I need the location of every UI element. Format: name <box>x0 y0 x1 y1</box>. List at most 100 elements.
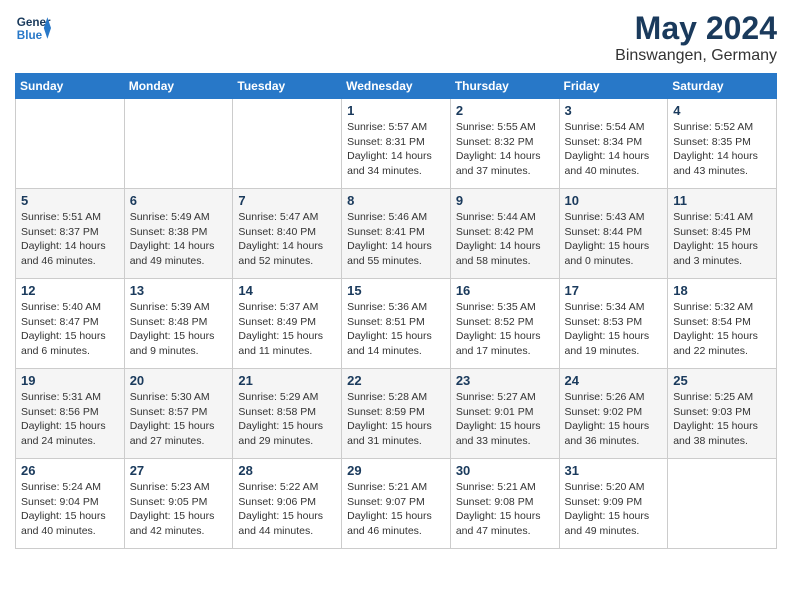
day-number: 17 <box>565 283 663 298</box>
page-header: General Blue May 2024 Binswangen, German… <box>15 10 777 65</box>
calendar-cell: 21 Sunrise: 5:29 AM Sunset: 8:58 PM Dayli… <box>233 369 342 459</box>
day-number: 4 <box>673 103 771 118</box>
calendar-cell: 7Sunrise: 5:47 AM Sunset: 8:40 PM Daylig… <box>233 189 342 279</box>
calendar-cell: 10 Sunrise: 5:43 AM Sunset: 8:44 PM Dayli… <box>559 189 668 279</box>
day-info: Sunrise: 5:41 AM Sunset: 8:45 PM Dayligh… <box>673 210 771 269</box>
day-number: 21 <box>238 373 336 388</box>
calendar-cell: 9 Sunrise: 5:44 AM Sunset: 8:42 PM Daylig… <box>450 189 559 279</box>
day-info: Sunrise: 5:23 AM Sunset: 9:05 PM Dayligh… <box>130 480 228 539</box>
day-number: 12 <box>21 283 119 298</box>
day-number: 25 <box>673 373 771 388</box>
day-info: Sunrise: 5:49 AM Sunset: 8:38 PM Dayligh… <box>130 210 228 269</box>
day-info: Sunrise: 5:29 AM Sunset: 8:58 PM Dayligh… <box>238 390 336 449</box>
day-number: 3 <box>565 103 663 118</box>
day-info: Sunrise: 5:20 AM Sunset: 9:09 PM Dayligh… <box>565 480 663 539</box>
day-info: Sunrise: 5:52 AM Sunset: 8:35 PM Dayligh… <box>673 120 771 179</box>
calendar-cell: 24 Sunrise: 5:26 AM Sunset: 9:02 PM Dayli… <box>559 369 668 459</box>
calendar-cell: 11 Sunrise: 5:41 AM Sunset: 8:45 PM Dayli… <box>668 189 777 279</box>
day-number: 18 <box>673 283 771 298</box>
day-number: 9 <box>456 193 554 208</box>
calendar-cell: 15 Sunrise: 5:36 AM Sunset: 8:51 PM Dayli… <box>342 279 451 369</box>
calendar-table: SundayMondayTuesdayWednesdayThursdayFrid… <box>15 73 777 549</box>
day-number: 13 <box>130 283 228 298</box>
day-info: Sunrise: 5:22 AM Sunset: 9:06 PM Dayligh… <box>238 480 336 539</box>
calendar-cell: 17 Sunrise: 5:34 AM Sunset: 8:53 PM Dayli… <box>559 279 668 369</box>
weekday-header-tuesday: Tuesday <box>233 74 342 99</box>
day-number: 5 <box>21 193 119 208</box>
weekday-header-wednesday: Wednesday <box>342 74 451 99</box>
day-info: Sunrise: 5:46 AM Sunset: 8:41 PM Dayligh… <box>347 210 445 269</box>
day-number: 23 <box>456 373 554 388</box>
day-number: 15 <box>347 283 445 298</box>
calendar-week-4: 19 Sunrise: 5:31 AM Sunset: 8:56 PM Dayli… <box>16 369 777 459</box>
calendar-cell: 27 Sunrise: 5:23 AM Sunset: 9:05 PM Dayli… <box>124 459 233 549</box>
day-info: Sunrise: 5:32 AM Sunset: 8:54 PM Dayligh… <box>673 300 771 359</box>
weekday-header-thursday: Thursday <box>450 74 559 99</box>
day-number: 14 <box>238 283 336 298</box>
day-info: Sunrise: 5:47 AM Sunset: 8:40 PM Dayligh… <box>238 210 336 269</box>
day-info: Sunrise: 5:28 AM Sunset: 8:59 PM Dayligh… <box>347 390 445 449</box>
day-info: Sunrise: 5:30 AM Sunset: 8:57 PM Dayligh… <box>130 390 228 449</box>
day-info: Sunrise: 5:26 AM Sunset: 9:02 PM Dayligh… <box>565 390 663 449</box>
day-number: 11 <box>673 193 771 208</box>
day-info: Sunrise: 5:55 AM Sunset: 8:32 PM Dayligh… <box>456 120 554 179</box>
calendar-cell: 22Sunrise: 5:28 AM Sunset: 8:59 PM Dayli… <box>342 369 451 459</box>
calendar-cell: 30Sunrise: 5:21 AM Sunset: 9:08 PM Dayli… <box>450 459 559 549</box>
calendar-cell: 5 Sunrise: 5:51 AM Sunset: 8:37 PM Daylig… <box>16 189 125 279</box>
day-number: 24 <box>565 373 663 388</box>
calendar-cell: 8Sunrise: 5:46 AM Sunset: 8:41 PM Daylig… <box>342 189 451 279</box>
day-number: 6 <box>130 193 228 208</box>
day-number: 16 <box>456 283 554 298</box>
calendar-cell: 26 Sunrise: 5:24 AM Sunset: 9:04 PM Dayli… <box>16 459 125 549</box>
logo: General Blue <box>15 10 51 46</box>
calendar-cell: 25 Sunrise: 5:25 AM Sunset: 9:03 PM Dayli… <box>668 369 777 459</box>
calendar-cell: 20 Sunrise: 5:30 AM Sunset: 8:57 PM Dayli… <box>124 369 233 459</box>
day-info: Sunrise: 5:21 AM Sunset: 9:07 PM Dayligh… <box>347 480 445 539</box>
location-title: Binswangen, Germany <box>615 47 777 65</box>
day-info: Sunrise: 5:57 AM Sunset: 8:31 PM Dayligh… <box>347 120 445 179</box>
day-info: Sunrise: 5:34 AM Sunset: 8:53 PM Dayligh… <box>565 300 663 359</box>
day-info: Sunrise: 5:54 AM Sunset: 8:34 PM Dayligh… <box>565 120 663 179</box>
weekday-header-friday: Friday <box>559 74 668 99</box>
day-number: 31 <box>565 463 663 478</box>
day-number: 28 <box>238 463 336 478</box>
calendar-cell: 28 Sunrise: 5:22 AM Sunset: 9:06 PM Dayli… <box>233 459 342 549</box>
weekday-header-sunday: Sunday <box>16 74 125 99</box>
svg-text:Blue: Blue <box>17 29 43 42</box>
weekday-header-saturday: Saturday <box>668 74 777 99</box>
day-number: 10 <box>565 193 663 208</box>
day-info: Sunrise: 5:37 AM Sunset: 8:49 PM Dayligh… <box>238 300 336 359</box>
calendar-cell: 12 Sunrise: 5:40 AM Sunset: 8:47 PM Dayli… <box>16 279 125 369</box>
day-info: Sunrise: 5:36 AM Sunset: 8:51 PM Dayligh… <box>347 300 445 359</box>
day-info: Sunrise: 5:39 AM Sunset: 8:48 PM Dayligh… <box>130 300 228 359</box>
day-info: Sunrise: 5:40 AM Sunset: 8:47 PM Dayligh… <box>21 300 119 359</box>
calendar-week-3: 12 Sunrise: 5:40 AM Sunset: 8:47 PM Dayli… <box>16 279 777 369</box>
day-info: Sunrise: 5:25 AM Sunset: 9:03 PM Dayligh… <box>673 390 771 449</box>
day-info: Sunrise: 5:51 AM Sunset: 8:37 PM Dayligh… <box>21 210 119 269</box>
day-info: Sunrise: 5:27 AM Sunset: 9:01 PM Dayligh… <box>456 390 554 449</box>
day-number: 30 <box>456 463 554 478</box>
day-info: Sunrise: 5:35 AM Sunset: 8:52 PM Dayligh… <box>456 300 554 359</box>
day-number: 19 <box>21 373 119 388</box>
month-title: May 2024 <box>615 10 777 47</box>
calendar-cell <box>233 99 342 189</box>
calendar-cell <box>16 99 125 189</box>
calendar-cell: 16 Sunrise: 5:35 AM Sunset: 8:52 PM Dayli… <box>450 279 559 369</box>
calendar-cell <box>124 99 233 189</box>
calendar-week-5: 26 Sunrise: 5:24 AM Sunset: 9:04 PM Dayli… <box>16 459 777 549</box>
title-block: May 2024 Binswangen, Germany <box>615 10 777 65</box>
day-number: 1 <box>347 103 445 118</box>
day-number: 20 <box>130 373 228 388</box>
calendar-cell: 23 Sunrise: 5:27 AM Sunset: 9:01 PM Dayli… <box>450 369 559 459</box>
day-number: 27 <box>130 463 228 478</box>
calendar-cell: 2Sunrise: 5:55 AM Sunset: 8:32 PM Daylig… <box>450 99 559 189</box>
weekday-header-monday: Monday <box>124 74 233 99</box>
day-number: 26 <box>21 463 119 478</box>
weekday-header-row: SundayMondayTuesdayWednesdayThursdayFrid… <box>16 74 777 99</box>
day-info: Sunrise: 5:24 AM Sunset: 9:04 PM Dayligh… <box>21 480 119 539</box>
day-info: Sunrise: 5:43 AM Sunset: 8:44 PM Dayligh… <box>565 210 663 269</box>
day-info: Sunrise: 5:31 AM Sunset: 8:56 PM Dayligh… <box>21 390 119 449</box>
day-info: Sunrise: 5:44 AM Sunset: 8:42 PM Dayligh… <box>456 210 554 269</box>
day-number: 29 <box>347 463 445 478</box>
calendar-week-1: 1 Sunrise: 5:57 AM Sunset: 8:31 PM Daylig… <box>16 99 777 189</box>
